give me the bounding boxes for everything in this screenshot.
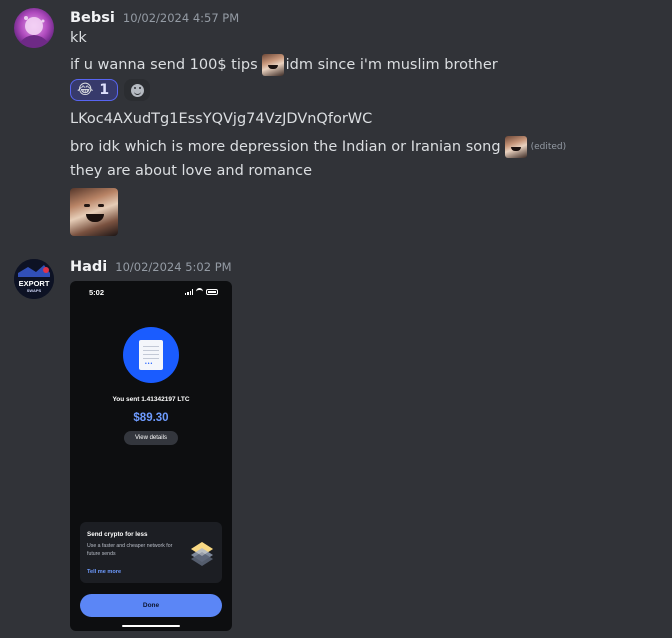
message-line: bro idk which is more depression the Ind… <box>70 136 566 158</box>
message-header: Hadi 10/02/2024 5:02 PM <box>70 259 232 275</box>
laughing-emoji-icon: 😂 <box>77 82 94 98</box>
sent-circle <box>123 327 179 383</box>
promo-card-body: Use a faster and cheaper network for fut… <box>87 543 173 557</box>
message-text: idm since i'm muslim brother <box>285 57 498 73</box>
message-text: bro idk which is more depression the Ind… <box>70 139 501 155</box>
status-time: 5:02 <box>89 288 105 297</box>
message-text: kk <box>70 30 87 46</box>
reaction-button[interactable]: 😂 1 <box>70 79 119 101</box>
custom-laughing-man-emoji[interactable] <box>70 188 118 236</box>
username[interactable]: Hadi <box>70 259 107 275</box>
message-line: they are about love and romance <box>70 163 312 179</box>
promo-card: Send crypto for less Use a faster and ch… <box>80 522 222 583</box>
message-line: LKoc4AXudTg1EssYQVjg74VzJDVnQforWC <box>70 111 372 127</box>
view-details-button: View details <box>124 431 178 445</box>
edited-label: (edited) <box>530 142 567 152</box>
fiat-amount: $89.30 <box>133 412 169 424</box>
message-line: if u wanna send 100$ tips idm since i'm … <box>70 54 498 76</box>
reaction-count: 1 <box>99 82 110 98</box>
sent-amount-text: You sent 1.41342197 LTC <box>112 396 190 403</box>
image-attachment[interactable]: 5:02 You sent 1.41342197 LTC $89.30 View… <box>70 281 232 631</box>
avatar-bebsi[interactable] <box>14 8 54 48</box>
avatar-logo-text-top: EXPORT <box>19 279 50 288</box>
custom-laughing-man-emoji[interactable] <box>504 136 527 158</box>
custom-laughing-man-emoji[interactable] <box>261 54 284 76</box>
timestamp[interactable]: 10/02/2024 5:02 PM <box>115 260 231 274</box>
reaction-row: 😂 1 <box>70 79 151 101</box>
avatar-hadi[interactable]: EXPORT SWAPS <box>14 259 54 299</box>
wifi-icon <box>196 288 203 295</box>
promo-card-link: Tell me more <box>87 569 122 575</box>
message-line: kk <box>70 30 87 46</box>
username[interactable]: Bebsi <box>70 10 115 26</box>
signal-icon <box>185 288 193 295</box>
status-icons <box>185 288 218 295</box>
message-header: Bebsi 10/02/2024 4:57 PM <box>70 10 239 26</box>
done-button: Done <box>80 594 222 617</box>
battery-icon <box>206 288 218 295</box>
add-reaction-button[interactable] <box>124 79 151 101</box>
emoji-eye <box>84 204 90 207</box>
layers-icon <box>191 542 213 566</box>
message-text: they are about love and romance <box>70 163 312 179</box>
promo-card-title: Send crypto for less <box>87 531 148 538</box>
avatar-logo-text-bottom: SWAPS <box>27 288 42 293</box>
message-text: LKoc4AXudTg1EssYQVjg74VzJDVnQforWC <box>70 111 373 127</box>
emoji-mouth <box>86 214 104 222</box>
emoji-eye <box>98 204 104 207</box>
timestamp[interactable]: 10/02/2024 4:57 PM <box>123 11 239 25</box>
add-reaction-smiley-icon <box>130 83 144 97</box>
home-indicator <box>122 625 180 627</box>
message-text: if u wanna send 100$ tips <box>70 57 258 73</box>
document-icon <box>139 340 163 370</box>
